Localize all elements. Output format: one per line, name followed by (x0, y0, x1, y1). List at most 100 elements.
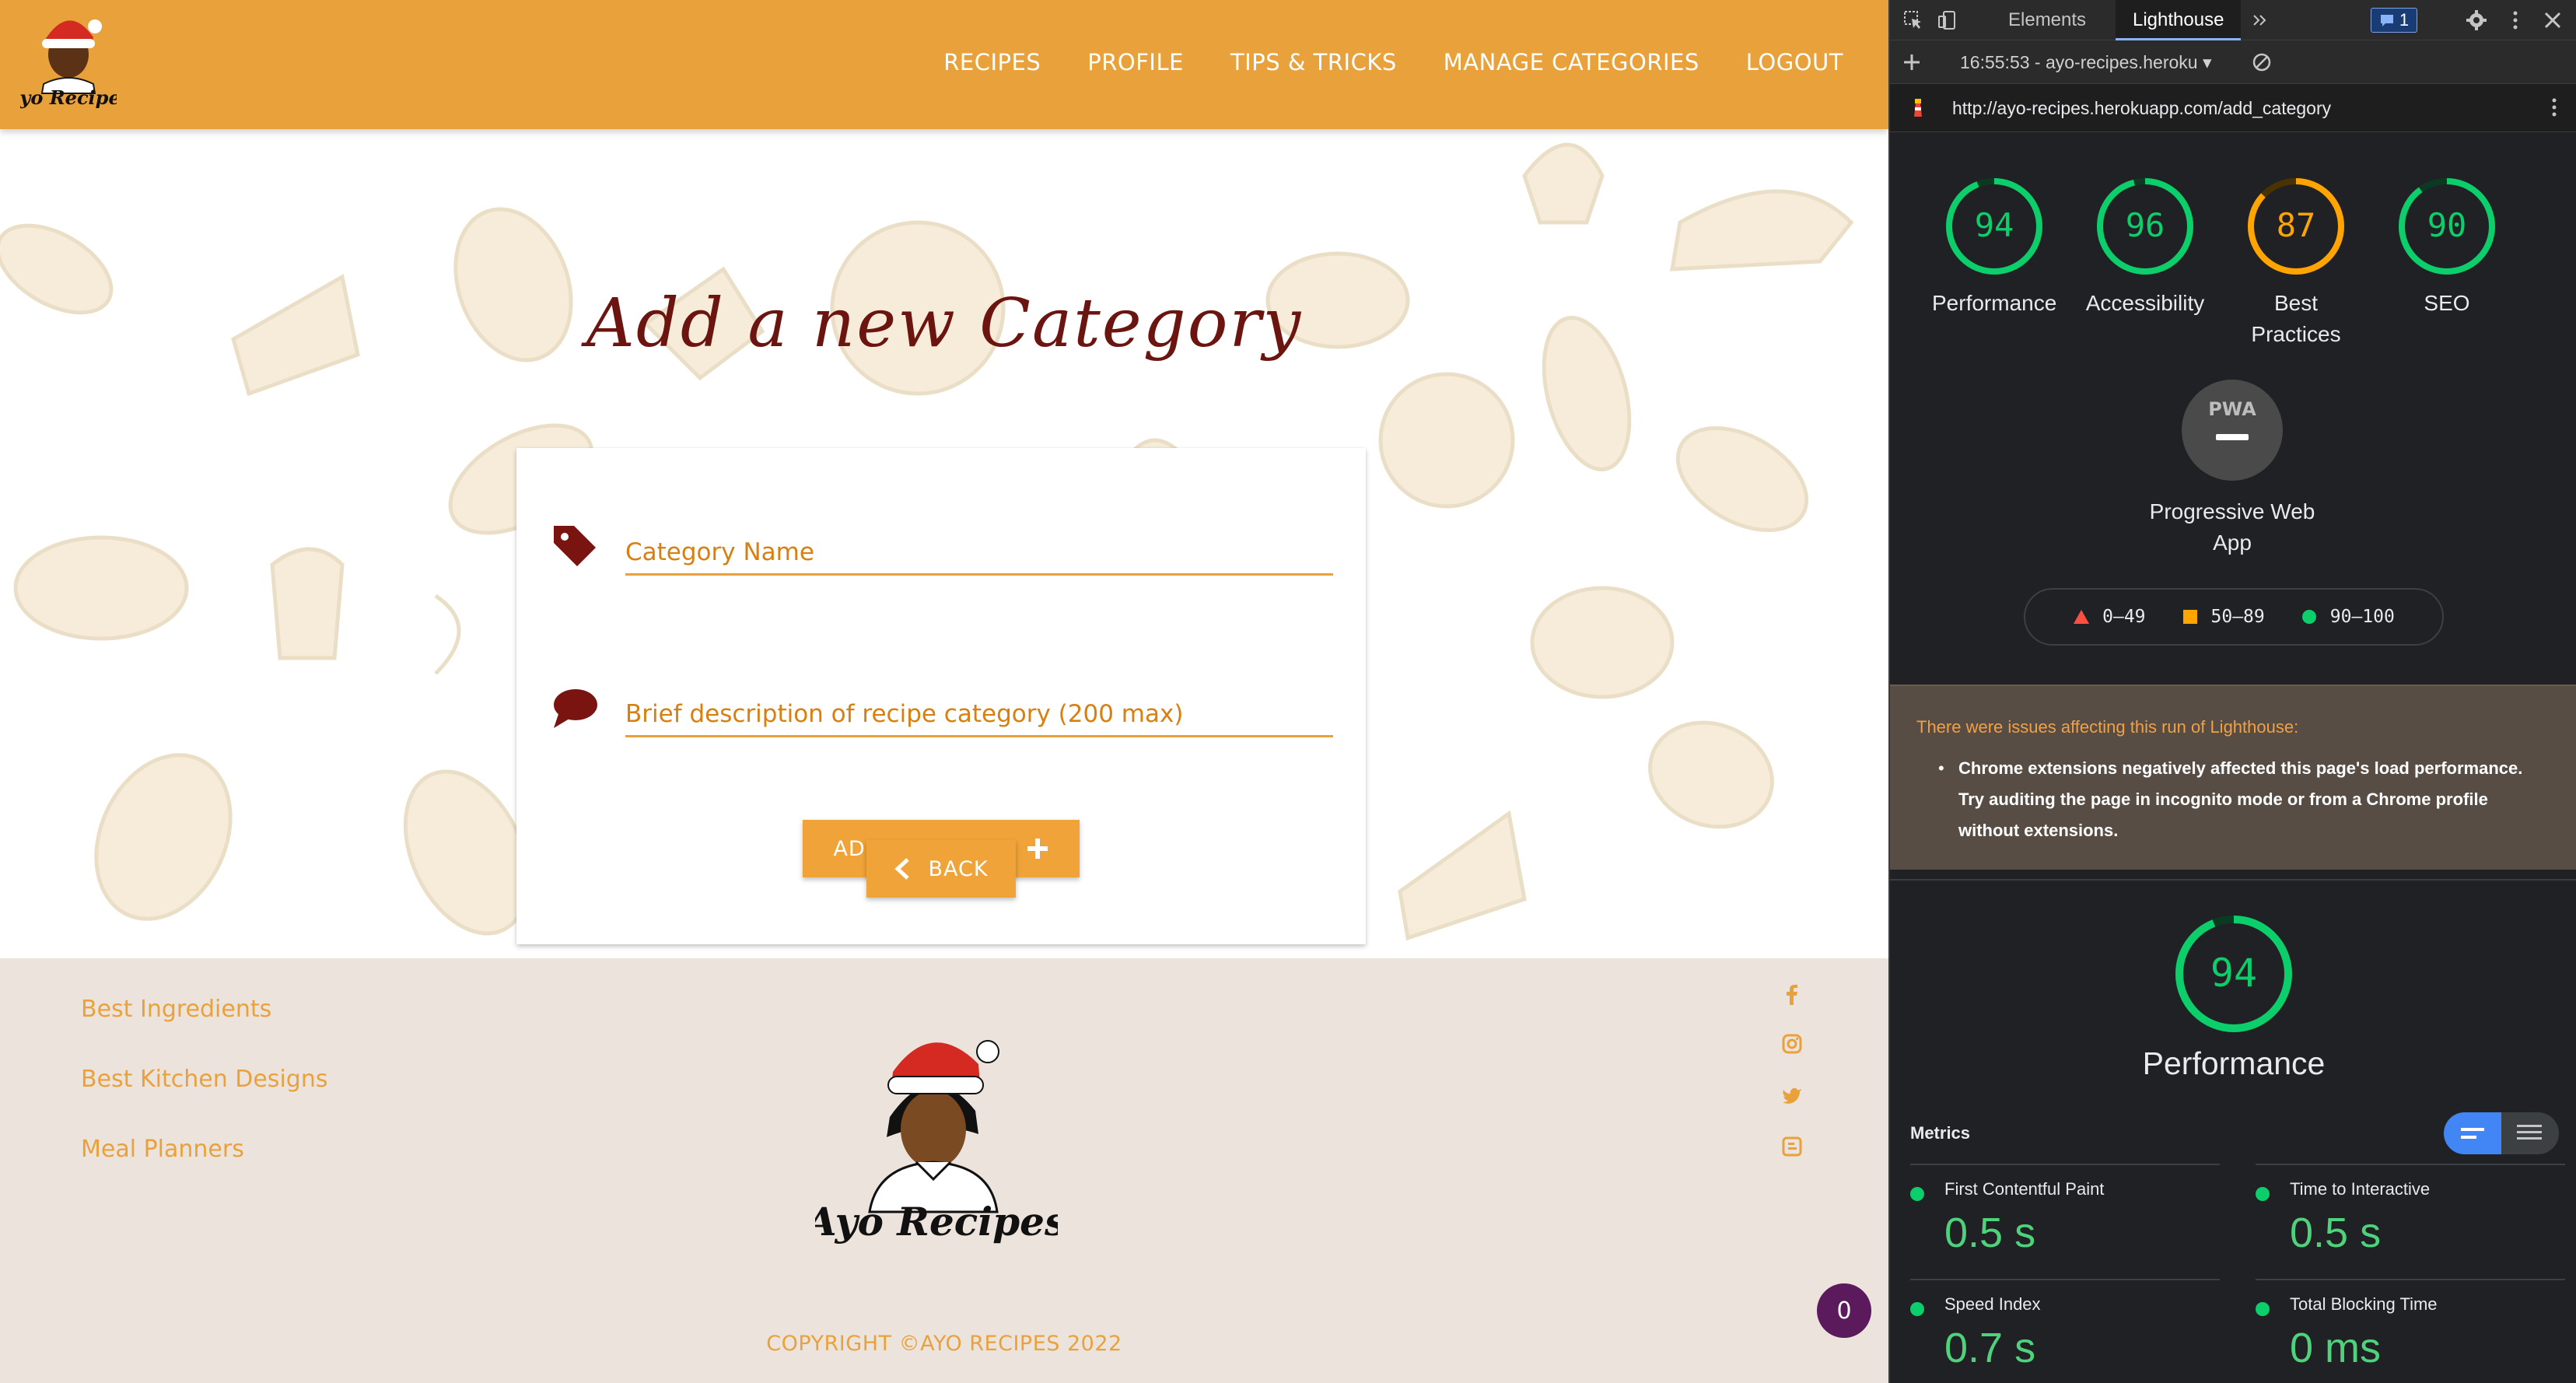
gauge-seo[interactable]: 90 SEO (2385, 176, 2509, 319)
bullet-icon: • (1938, 758, 1944, 778)
report-menu-icon[interactable] (2543, 96, 2565, 118)
gauge-label: Accessibility (2085, 291, 2205, 315)
hero-section: Add a new Category ADD CATEGORY (0, 129, 1888, 958)
issues-count: 1 (2399, 10, 2410, 30)
plus-icon (1027, 839, 1048, 859)
footer-logo-text: Ayo Recipes (815, 1199, 1058, 1245)
nav-tips-tricks[interactable]: TIPS & TRICKS (1230, 49, 1397, 75)
legend-fail-range: 0–49 (2102, 607, 2146, 627)
gauge-best-practices[interactable]: 87 Best Practices (2234, 176, 2358, 350)
chevron-left-icon (894, 858, 910, 880)
pass-dot-icon (1910, 1302, 1924, 1316)
triangle-icon (2074, 610, 2090, 624)
svg-text:94: 94 (1975, 206, 2014, 244)
circle-icon (2301, 610, 2316, 624)
pass-dot-icon (1910, 1187, 1924, 1201)
gauge-performance[interactable]: 94 Performance (1932, 176, 2056, 319)
footer-link-meal-planners[interactable]: Meal Planners (81, 1136, 244, 1163)
back-button[interactable]: BACK (866, 840, 1016, 898)
more-tabs-icon[interactable] (2249, 9, 2271, 31)
metric-name: First Contentful Paint (1944, 1179, 2105, 1199)
pass-dot-icon (2256, 1187, 2270, 1201)
svg-text:87: 87 (2277, 206, 2316, 244)
website-viewport: Ayo Recipes RECIPES PROFILE TIPS & TRICK… (0, 0, 1888, 1383)
svg-text:96: 96 (2126, 206, 2165, 244)
nav-manage-categories[interactable]: MANAGE CATEGORIES (1444, 49, 1699, 75)
metric-value: 0 ms (2290, 1325, 2382, 1371)
footer: Best Ingredients Best Kitchen Designs Me… (0, 958, 1888, 1383)
svg-text:94: 94 (2210, 951, 2257, 996)
nav-recipes[interactable]: RECIPES (943, 49, 1041, 75)
blogger-icon[interactable] (1781, 1136, 1803, 1157)
lighthouse-warning: There were issues affecting this run of … (1890, 684, 2576, 870)
gauge-accessibility[interactable]: 96 Accessibility (2083, 176, 2207, 319)
gauge-label: Best Practices (2251, 291, 2341, 346)
twitter-icon[interactable] (1781, 1084, 1803, 1106)
inspect-element-icon[interactable] (1902, 9, 1924, 31)
warning-title: There were issues affecting this run of … (1916, 717, 2299, 737)
metric-first-contentful-paint: First Contentful Paint 0.5 s (1910, 1164, 2220, 1268)
back-label: BACK (928, 856, 989, 881)
svg-text:90: 90 (2427, 206, 2467, 244)
metric-name: Time to Interactive (2290, 1179, 2431, 1199)
lighthouse-logo-icon (1914, 99, 1922, 117)
footer-link-best-kitchen-designs[interactable]: Best Kitchen Designs (81, 1066, 327, 1093)
pass-dot-icon (2256, 1302, 2270, 1316)
page-title: Add a new Category (586, 285, 1303, 362)
ayo-recipes-logo[interactable]: Ayo Recipes (20, 6, 117, 123)
legend-average: 50–89 (2182, 607, 2265, 627)
device-toolbar-icon[interactable] (1937, 9, 1958, 31)
footer-chef-logo: Ayo Recipes (815, 1040, 1058, 1245)
nav-logout[interactable]: LOGOUT (1746, 49, 1843, 75)
nav-links: RECIPES PROFILE TIPS & TRICKS MANAGE CAT… (943, 0, 1843, 124)
category-description-input[interactable] (625, 672, 1333, 737)
metric-speed-index: Speed Index 0.7 s (1910, 1279, 2220, 1383)
compact-view-icon (2461, 1128, 2484, 1139)
new-report-plus-icon[interactable] (1901, 51, 1923, 73)
tab-lighthouse[interactable]: Lighthouse (2116, 0, 2242, 40)
legend-pass-range: 90–100 (2329, 607, 2395, 627)
metric-name: Total Blocking Time (2290, 1294, 2438, 1314)
chat-badge[interactable]: 0 (1817, 1283, 1871, 1338)
metric-value: 0.5 s (2290, 1210, 2382, 1256)
audited-url: http://ayo-recipes.herokuapp.com/add_cat… (1952, 98, 2332, 118)
gear-icon[interactable] (2466, 9, 2487, 31)
speech-bubble-icon (554, 689, 597, 728)
metrics-label: Metrics (1910, 1123, 1971, 1143)
metrics-view-toggle[interactable] (2444, 1112, 2559, 1154)
performance-title: Performance (2142, 1045, 2326, 1081)
category-name-input[interactable] (625, 510, 1333, 576)
run-label-text: 16:55:53 - ayo-recipes.heroku (1960, 52, 2198, 72)
navbar: Ayo Recipes RECIPES PROFILE TIPS & TRICK… (0, 0, 1888, 129)
tag-icon (554, 526, 596, 566)
tab-elements[interactable]: Elements (1991, 0, 2103, 40)
issues-badge[interactable]: 1 (2371, 8, 2417, 33)
square-icon (2182, 610, 2197, 624)
devtools-toolbar: Elements Lighthouse 1 (1890, 0, 2576, 40)
close-icon[interactable] (2542, 9, 2564, 31)
compact-view-button[interactable] (2444, 1112, 2501, 1154)
message-icon (2380, 15, 2393, 26)
facebook-icon[interactable] (1781, 983, 1803, 1005)
clear-block-icon[interactable] (2251, 51, 2273, 73)
gauge-pwa[interactable]: PWA Progressive Web App (2139, 380, 2326, 558)
instagram-icon[interactable] (1781, 1033, 1803, 1055)
lighthouse-scores: 94 Performance 96 Accessibility 87 Best … (1890, 132, 2576, 684)
report-select-dropdown[interactable]: 16:55:53 - ayo-recipes.heroku ▾ (1960, 40, 2212, 84)
legend-fail: 0–49 (2073, 607, 2146, 627)
nav-profile[interactable]: PROFILE (1087, 49, 1184, 75)
lighthouse-subbar: 16:55:53 - ayo-recipes.heroku ▾ (1890, 40, 2576, 84)
pwa-logo-icon: PWA (2208, 398, 2256, 420)
performance-section: 94 Performance Metrics First Contentful … (1890, 879, 2576, 1383)
copyright-text: COPYRIGHT ©AYO RECIPES 2022 (766, 1332, 1122, 1356)
audited-url-bar: http://ayo-recipes.herokuapp.com/add_cat… (1890, 84, 2576, 132)
metric-time-to-interactive: Time to Interactive 0.5 s (2256, 1164, 2565, 1268)
kebab-menu-icon[interactable] (2504, 9, 2526, 31)
metric-name: Speed Index (1944, 1294, 2041, 1314)
svg-text:Ayo Recipes: Ayo Recipes (20, 86, 117, 109)
dropdown-caret-icon: ▾ (2202, 52, 2212, 72)
expanded-view-icon[interactable] (2501, 1112, 2559, 1154)
metric-value: 0.5 s (1944, 1210, 2036, 1256)
warning-body: Chrome extensions negatively affected th… (1958, 758, 2523, 840)
footer-link-best-ingredients[interactable]: Best Ingredients (81, 996, 271, 1023)
